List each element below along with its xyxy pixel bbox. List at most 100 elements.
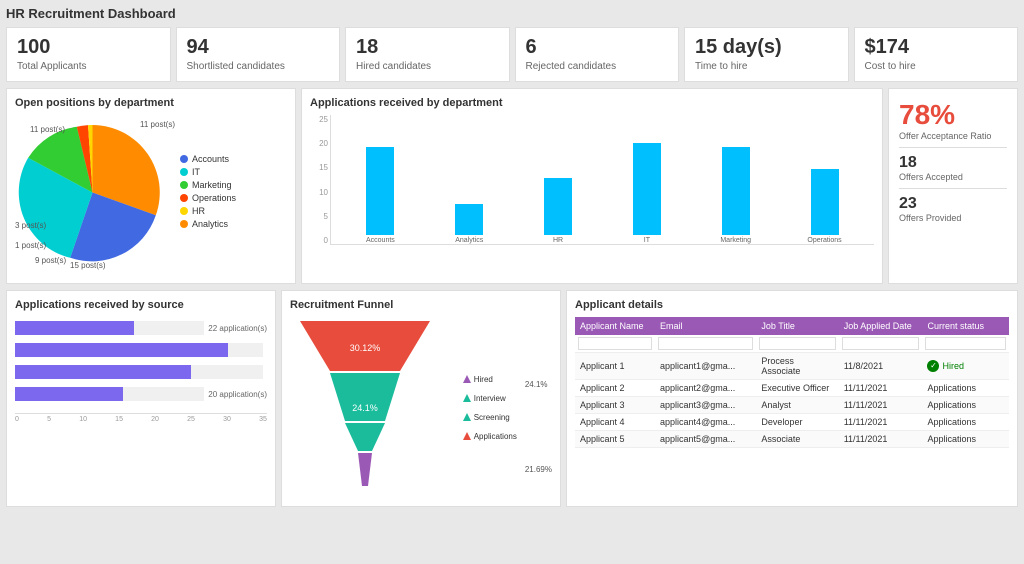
kpi-value-5: $174 <box>865 36 1008 59</box>
kpi-card-0: 100 Total Applicants <box>6 27 171 82</box>
funnel-pcts: 24.1% 21.69% <box>525 323 552 493</box>
cell-name: Applicant 1 <box>575 353 655 380</box>
table-header-row: Applicant Name Email Job Title Job Appli… <box>575 317 1009 335</box>
table-row: Applicant 4 applicant4@gma... Developer … <box>575 414 1009 431</box>
funnel-svg-area: 30.12% 24.1% <box>290 321 455 494</box>
applicant-table-card: Applicant details Applicant Name Email J… <box>566 290 1018 507</box>
kpi-value-4: 15 day(s) <box>695 36 838 59</box>
cell-status: ✓ Hired <box>922 353 1009 380</box>
kpi-card-4: 15 day(s) Time to hire <box>684 27 849 82</box>
cell-status: Applications <box>922 397 1009 414</box>
kpi-row: 100 Total Applicants 94 Shortlisted candida… <box>6 27 1018 82</box>
cell-date: 11/11/2021 <box>839 397 923 414</box>
col-name: Applicant Name <box>575 317 655 335</box>
source-chart-card: Applications received by source 22 appli… <box>6 290 276 507</box>
source-chart-title: Applications received by source <box>15 299 267 311</box>
kpi-label-3: Rejected candidates <box>526 61 669 72</box>
applicant-table-title: Applicant details <box>575 299 1009 311</box>
cell-email: applicant4@gma... <box>655 414 756 431</box>
kpi-value-1: 94 <box>187 36 330 59</box>
kpi-card-3: 6 Rejected candidates <box>515 27 680 82</box>
cell-date: 11/8/2021 <box>839 353 923 380</box>
cell-name: Applicant 2 <box>575 380 655 397</box>
funnel-container: 30.12% 24.1% Hired <box>290 317 552 498</box>
cell-date: 11/11/2021 <box>839 414 923 431</box>
filter-name[interactable] <box>578 337 652 350</box>
pie-label-hr: 9 post(s) <box>35 256 66 265</box>
table-filter-row[interactable] <box>575 335 1009 353</box>
cell-title: Analyst <box>756 397 838 414</box>
pie-label-ops: 3 post(s) <box>15 221 46 230</box>
applicant-table: Applicant Name Email Job Title Job Appli… <box>575 317 1009 448</box>
cell-date: 11/11/2021 <box>839 431 923 448</box>
funnel-chart-card: Recruitment Funnel 30.12% 24.1% <box>281 290 561 507</box>
cell-email: applicant2@gma... <box>655 380 756 397</box>
table-row: Applicant 1 applicant1@gma... Process As… <box>575 353 1009 380</box>
cell-title: Associate <box>756 431 838 448</box>
kpi-value-0: 100 <box>17 36 160 59</box>
pie-label-it: 11 post(s) <box>30 125 65 134</box>
col-date: Job Applied Date <box>839 317 923 335</box>
cell-status: Applications <box>922 380 1009 397</box>
pie-label-accounts: 11 post(s) <box>140 120 175 129</box>
legend-marketing: Marketing <box>180 180 236 190</box>
cell-title: Developer <box>756 414 838 431</box>
kpi-card-1: 94 Shortlisted candidates <box>176 27 341 82</box>
kpi-card-2: 18 Hired candidates <box>345 27 510 82</box>
offer-provided-label: Offers Provided <box>899 213 1007 223</box>
kpi-label-0: Total Applicants <box>17 61 160 72</box>
offer-provided: 23 <box>899 195 1007 213</box>
filter-date[interactable] <box>842 337 920 350</box>
col-status: Current status <box>922 317 1009 335</box>
table-row: Applicant 5 applicant5@gma... Associate … <box>575 431 1009 448</box>
kpi-label-5: Cost to hire <box>865 61 1008 72</box>
filter-title[interactable] <box>759 337 835 350</box>
legend-operations: Operations <box>180 193 236 203</box>
bar-chart-card: Applications received by department 2520… <box>301 88 883 284</box>
offer-divider1 <box>899 147 1007 148</box>
col-email: Email <box>655 317 756 335</box>
bottom-row: Applications received by source 22 appli… <box>6 290 1018 507</box>
cell-email: applicant5@gma... <box>655 431 756 448</box>
kpi-value-3: 6 <box>526 36 669 59</box>
offer-accepted: 18 <box>899 154 1007 172</box>
kpi-label-2: Hired candidates <box>356 61 499 72</box>
legend-analytics: Analytics <box>180 219 236 229</box>
kpi-value-2: 18 <box>356 36 499 59</box>
funnel-legend: Hired Interview Screening Applications <box>463 375 517 441</box>
kpi-label-4: Time to hire <box>695 61 838 72</box>
pie-legend: Accounts IT Marketing Operations <box>180 154 236 232</box>
pie-container: 11 post(s) 11 post(s) 1 post(s) 3 post(s… <box>15 115 287 270</box>
pie-chart-title: Open positions by department <box>15 97 287 109</box>
cell-status: Applications <box>922 414 1009 431</box>
cell-date: 11/11/2021 <box>839 380 923 397</box>
pie-label-marketing: 1 post(s) <box>15 241 46 250</box>
table-row: Applicant 3 applicant3@gma... Analyst 11… <box>575 397 1009 414</box>
offer-card: 78% Offer Acceptance Ratio 18 Offers Acc… <box>888 88 1018 284</box>
bar-chart-title: Applications received by department <box>310 97 874 109</box>
filter-status[interactable] <box>925 337 1006 350</box>
cell-email: applicant1@gma... <box>655 353 756 380</box>
offer-pct-label: Offer Acceptance Ratio <box>899 131 1007 141</box>
offer-divider2 <box>899 188 1007 189</box>
source-axis: 05101520253035 <box>15 413 267 423</box>
y-axis: 2520151050 <box>310 115 330 245</box>
legend-hr: HR <box>180 206 236 216</box>
col-title: Job Title <box>756 317 838 335</box>
kpi-card-5: $174 Cost to hire <box>854 27 1019 82</box>
kpi-label-1: Shortlisted candidates <box>187 61 330 72</box>
table-row: Applicant 2 applicant2@gma... Executive … <box>575 380 1009 397</box>
bar-chart-bars: Accounts Analytics HR IT <box>330 115 874 245</box>
source-bars: 22 application(s) <box>15 317 267 413</box>
cell-title: Process Associate <box>756 353 838 380</box>
funnel-chart-title: Recruitment Funnel <box>290 299 552 311</box>
legend-accounts: Accounts <box>180 154 236 164</box>
cell-status: Applications <box>922 431 1009 448</box>
filter-email[interactable] <box>658 337 753 350</box>
pie-chart-card: Open positions by department <box>6 88 296 284</box>
page-title: HR Recruitment Dashboard <box>6 6 1018 21</box>
cell-email: applicant3@gma... <box>655 397 756 414</box>
cell-name: Applicant 4 <box>575 414 655 431</box>
dashboard: HR Recruitment Dashboard 100 Total Applic… <box>0 0 1024 564</box>
cell-name: Applicant 3 <box>575 397 655 414</box>
